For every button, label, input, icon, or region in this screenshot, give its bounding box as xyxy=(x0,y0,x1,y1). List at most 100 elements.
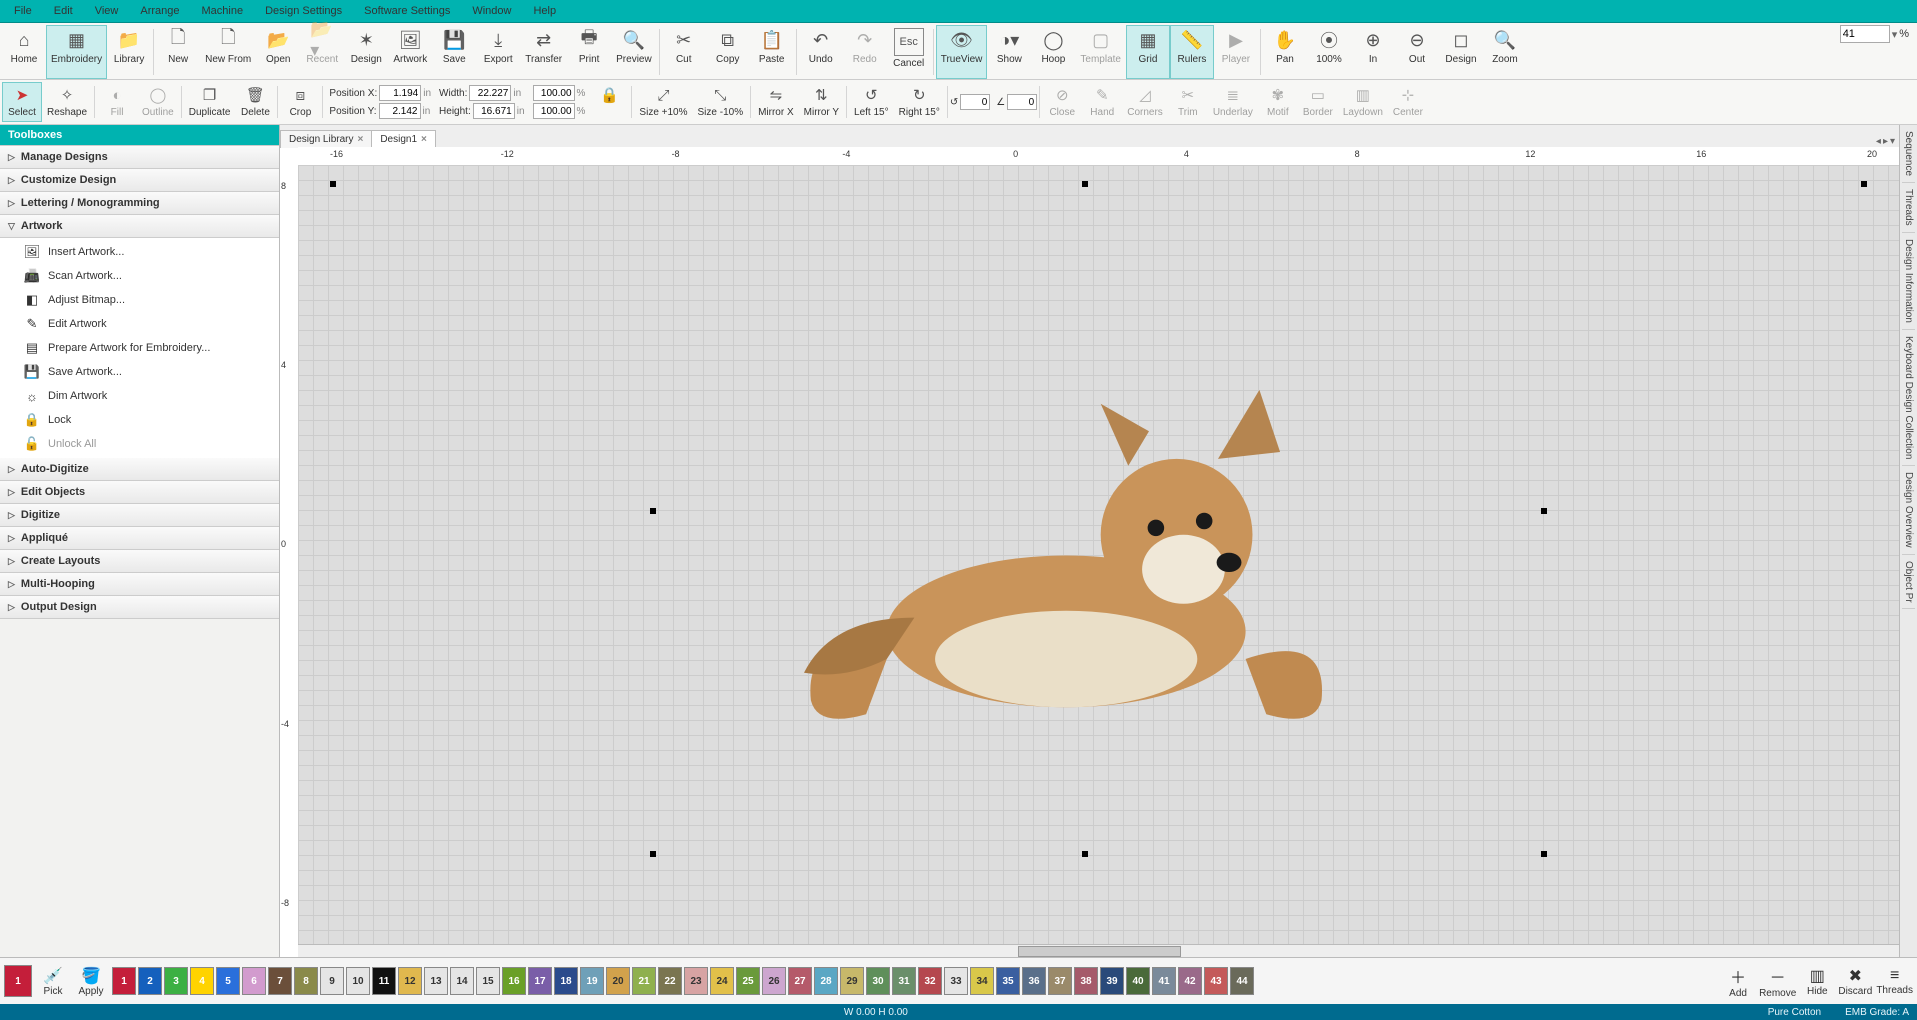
copy-button[interactable]: ⧉Copy xyxy=(706,25,750,79)
swatch-26[interactable]: 26 xyxy=(762,967,786,995)
swatch-37[interactable]: 37 xyxy=(1048,967,1072,995)
zoomout-button[interactable]: ⊖Out xyxy=(1395,25,1439,79)
close-button[interactable]: ⊘Close xyxy=(1042,82,1082,122)
reshape-button[interactable]: ✧Reshape xyxy=(42,82,92,122)
right-tab-3[interactable]: Keyboard Design Collection xyxy=(1902,330,1915,466)
hand-button[interactable]: ✎Hand xyxy=(1082,82,1122,122)
swatch-19[interactable]: 19 xyxy=(580,967,604,995)
rot1-input[interactable] xyxy=(960,94,990,110)
newfrom-button[interactable]: 🗋New From xyxy=(200,25,256,79)
crop-button[interactable]: ⧈Crop xyxy=(280,82,320,122)
swatch-31[interactable]: 31 xyxy=(892,967,916,995)
menu-view[interactable]: View xyxy=(85,2,129,20)
export-button[interactable]: ⤓Export xyxy=(476,25,520,79)
swatch-16[interactable]: 16 xyxy=(502,967,526,995)
swatch-8[interactable]: 8 xyxy=(294,967,318,995)
swatch-4[interactable]: 4 xyxy=(190,967,214,995)
lock-aspect-button[interactable]: 🔒 xyxy=(589,82,629,122)
home-button[interactable]: ⌂Home xyxy=(2,25,46,79)
swatch-1[interactable]: 1 xyxy=(112,967,136,995)
apply-button[interactable]: 🪣Apply xyxy=(74,966,108,997)
cancel-button[interactable]: EscCancel xyxy=(887,25,931,79)
swatch-22[interactable]: 22 xyxy=(658,967,682,995)
tab-design-library[interactable]: Design Library× xyxy=(280,130,372,148)
dim-artwork-item[interactable]: ☼Dim Artwork xyxy=(0,384,279,408)
outline-button[interactable]: ◯Outline xyxy=(137,82,179,122)
palette-hide-button[interactable]: ▥Hide xyxy=(1800,966,1834,997)
swatch-23[interactable]: 23 xyxy=(684,967,708,995)
acc-auto[interactable]: ▷Auto-Digitize xyxy=(0,458,279,481)
swatch-25[interactable]: 25 xyxy=(736,967,760,995)
right-tab-2[interactable]: Design Information xyxy=(1902,233,1915,330)
laydown-button[interactable]: ▥Laydown xyxy=(1338,82,1388,122)
rulers-button[interactable]: 📏Rulers xyxy=(1170,25,1214,79)
zoom-dd-icon[interactable]: ▾ xyxy=(1892,28,1898,41)
canvas[interactable] xyxy=(298,165,1899,945)
swatch-41[interactable]: 41 xyxy=(1152,967,1176,995)
hoop-button[interactable]: ◯Hoop xyxy=(1031,25,1075,79)
menu-arrange[interactable]: Arrange xyxy=(130,2,189,20)
palette-add-button[interactable]: ＋Add xyxy=(1721,964,1755,999)
recent-button[interactable]: 📂▾Recent xyxy=(300,25,344,79)
print-button[interactable]: 🖶Print xyxy=(567,25,611,79)
sizeplus-button[interactable]: ⤢Size +10% xyxy=(634,82,692,122)
swatch-7[interactable]: 7 xyxy=(268,967,292,995)
zoomin-button[interactable]: ⊕In xyxy=(1351,25,1395,79)
grid-button[interactable]: ▦Grid xyxy=(1126,25,1170,79)
open-button[interactable]: 📂Open xyxy=(256,25,300,79)
design-button[interactable]: ✶Design xyxy=(344,25,388,79)
artwork-button[interactable]: 🖼Artwork xyxy=(388,25,432,79)
lock-item[interactable]: 🔒Lock xyxy=(0,408,279,432)
widthpct-input[interactable] xyxy=(533,85,575,101)
swatch-35[interactable]: 35 xyxy=(996,967,1020,995)
palette-remove-button[interactable]: －Remove xyxy=(1759,964,1796,999)
tab-next-icon[interactable]: ▸ xyxy=(1883,136,1888,147)
acc-manage[interactable]: ▷Manage Designs xyxy=(0,146,279,169)
embroidery-button[interactable]: ▦Embroidery xyxy=(46,25,107,79)
duplicate-button[interactable]: ❐Duplicate xyxy=(184,82,236,122)
swatch-36[interactable]: 36 xyxy=(1022,967,1046,995)
fill-button[interactable]: ◐Fill xyxy=(97,82,137,122)
sel-handle[interactable] xyxy=(1861,181,1867,187)
sel-handle[interactable] xyxy=(330,181,336,187)
swatch-6[interactable]: 6 xyxy=(242,967,266,995)
h-scroll-thumb[interactable] xyxy=(1018,946,1180,957)
swatch-13[interactable]: 13 xyxy=(424,967,448,995)
mirrory-button[interactable]: ⇅Mirror Y xyxy=(799,82,844,122)
swatch-9[interactable]: 9 xyxy=(320,967,344,995)
right15-button[interactable]: ↻Right 15° xyxy=(894,82,945,122)
palette-threads-button[interactable]: ≡Threads xyxy=(1876,967,1913,996)
h-scrollbar[interactable] xyxy=(298,944,1899,957)
edit-artwork-item[interactable]: ✎Edit Artwork xyxy=(0,312,279,336)
save-artwork-item[interactable]: 💾Save Artwork... xyxy=(0,360,279,384)
pan-button[interactable]: ✋Pan xyxy=(1263,25,1307,79)
corners-button[interactable]: ◿Corners xyxy=(1122,82,1168,122)
acc-multi[interactable]: ▷Multi-Hooping xyxy=(0,573,279,596)
template-button[interactable]: ▢Template xyxy=(1075,25,1126,79)
prepare-artwork-item[interactable]: ▤Prepare Artwork for Embroidery... xyxy=(0,336,279,360)
swatch-18[interactable]: 18 xyxy=(554,967,578,995)
swatch-11[interactable]: 11 xyxy=(372,967,396,995)
swatch-10[interactable]: 10 xyxy=(346,967,370,995)
right-tab-0[interactable]: Sequence xyxy=(1902,125,1915,183)
acc-lettering[interactable]: ▷Lettering / Monogramming xyxy=(0,192,279,215)
swatch-44[interactable]: 44 xyxy=(1230,967,1254,995)
heightpct-input[interactable] xyxy=(533,103,575,119)
posy-input[interactable] xyxy=(379,103,421,119)
menu-file[interactable]: File xyxy=(4,2,42,20)
adjust-bitmap-item[interactable]: ◧Adjust Bitmap... xyxy=(0,288,279,312)
show-button[interactable]: ◑▾Show xyxy=(987,25,1031,79)
library-button[interactable]: 📁Library xyxy=(107,25,151,79)
transfer-button[interactable]: ⇄Transfer xyxy=(520,25,567,79)
zoom-input[interactable] xyxy=(1840,25,1890,43)
zoomdesign-button[interactable]: ◻Design xyxy=(1439,25,1483,79)
tab-menu-icon[interactable]: ▾ xyxy=(1890,136,1895,147)
swatch-28[interactable]: 28 xyxy=(814,967,838,995)
swatch-34[interactable]: 34 xyxy=(970,967,994,995)
swatch-21[interactable]: 21 xyxy=(632,967,656,995)
save-button[interactable]: 💾Save xyxy=(432,25,476,79)
height-input[interactable] xyxy=(473,103,515,119)
swatch-39[interactable]: 39 xyxy=(1100,967,1124,995)
right-tab-4[interactable]: Design Overview xyxy=(1902,466,1915,555)
swatch-40[interactable]: 40 xyxy=(1126,967,1150,995)
